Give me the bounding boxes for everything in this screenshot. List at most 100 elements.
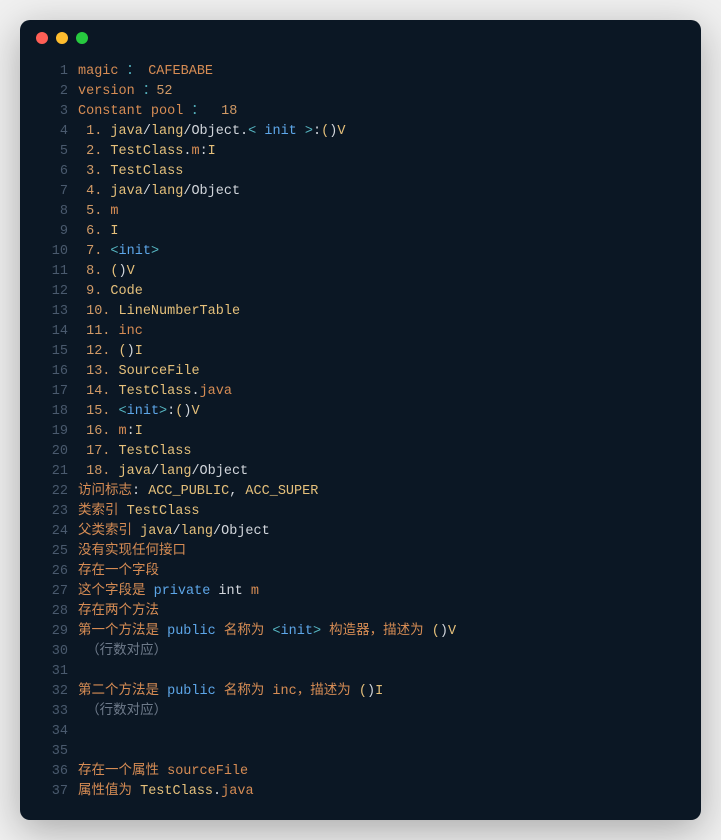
line-content: 11. inc [78, 322, 143, 342]
token: TestClass [110, 144, 183, 159]
token: > [313, 624, 321, 639]
token: ( [110, 264, 118, 279]
line-content: 存在两个方法 [78, 602, 159, 622]
code-line: 19 16. m:I [38, 422, 683, 442]
line-number: 29 [38, 622, 68, 642]
token: lang [151, 124, 183, 139]
line-number: 32 [38, 682, 68, 702]
token: /Object [183, 184, 240, 199]
token: / [151, 464, 159, 479]
token: m [119, 424, 127, 439]
token: init [256, 124, 305, 139]
code-line: 33 （行数对应） [38, 702, 683, 722]
token: 11. [86, 324, 110, 339]
token: 18. [86, 464, 110, 479]
line-content: 16. m:I [78, 422, 143, 442]
code-line: 31 [38, 662, 683, 682]
line-content: 9. Code [78, 282, 143, 302]
token: Code [110, 284, 142, 299]
token: , [229, 484, 245, 499]
token: java [110, 184, 142, 199]
token: 16. [86, 424, 110, 439]
code-line: 36存在一个属性 sourceFile [38, 762, 683, 782]
code-area: 1magic ： CAFEBABE2version ：523Constant p… [20, 56, 701, 820]
token: lang [181, 524, 213, 539]
token [110, 304, 118, 319]
code-line: 22访问标志: ACC_PUBLIC, ACC_SUPER [38, 482, 683, 502]
token: / [143, 124, 151, 139]
token: > [151, 244, 159, 259]
code-line: 12 9. Code [38, 282, 683, 302]
line-number: 24 [38, 522, 68, 542]
line-content: 类索引 TestClass [78, 502, 200, 522]
token: 17. [86, 444, 110, 459]
code-line: 5 2. TestClass.m:I [38, 142, 683, 162]
line-number: 5 [38, 142, 68, 162]
token: m [191, 144, 199, 159]
minimize-icon[interactable] [56, 32, 68, 44]
code-line: 34 [38, 722, 683, 742]
token: java [119, 464, 151, 479]
line-number: 17 [38, 382, 68, 402]
token [110, 324, 118, 339]
token [110, 344, 118, 359]
token: TestClass [110, 164, 183, 179]
token: : [132, 484, 148, 499]
code-line: 11 8. ()V [38, 262, 683, 282]
code-line: 17 14. TestClass.java [38, 382, 683, 402]
token [78, 304, 86, 319]
code-line: 10 7. <init> [38, 242, 683, 262]
line-content: 第一个方法是 public 名称为 <init> 构造器，描述为 ()V [78, 622, 456, 642]
code-line: 16 13. SourceFile [38, 362, 683, 382]
line-content: 15. <init>:()V [78, 402, 200, 422]
token [110, 364, 118, 379]
token [110, 404, 118, 419]
line-content: 8. ()V [78, 262, 135, 282]
token: I [208, 144, 216, 159]
token: / [143, 184, 151, 199]
line-content: （行数对应） [78, 642, 167, 662]
close-icon[interactable] [36, 32, 48, 44]
terminal-window: 1magic ： CAFEBABE2version ：523Constant p… [20, 20, 701, 820]
token: SourceFile [119, 364, 200, 379]
token: 第二个方法是 [78, 684, 167, 699]
line-number: 13 [38, 302, 68, 322]
token [78, 644, 86, 659]
token: lang [151, 184, 183, 199]
code-line: 30 （行数对应） [38, 642, 683, 662]
token [110, 444, 118, 459]
token: java [200, 384, 232, 399]
token: /Object. [183, 124, 248, 139]
line-content: 存在一个属性 sourceFile [78, 762, 248, 782]
token: < [272, 624, 280, 639]
line-content: 父类索引 java/lang/Object [78, 522, 270, 542]
token: 7. [86, 244, 102, 259]
token [78, 364, 86, 379]
token: public [167, 624, 216, 639]
token: I [375, 684, 383, 699]
token: I [135, 344, 143, 359]
token [78, 244, 86, 259]
line-content: magic ： CAFEBABE [78, 62, 213, 82]
token: 9. [86, 284, 102, 299]
maximize-icon[interactable] [76, 32, 88, 44]
code-line: 20 17. TestClass [38, 442, 683, 462]
code-line: 2version ：52 [38, 82, 683, 102]
token: private [154, 584, 211, 599]
token: 父类索引 [78, 524, 140, 539]
line-number: 7 [38, 182, 68, 202]
line-content: 1. java/lang/Object.< init >:()V [78, 122, 345, 142]
code-line: 9 6. I [38, 222, 683, 242]
token: : [313, 124, 321, 139]
token: . [213, 784, 221, 799]
code-line: 27这个字段是 private int m [38, 582, 683, 602]
code-line: 26存在一个字段 [38, 562, 683, 582]
line-number: 28 [38, 602, 68, 622]
token: init [127, 404, 159, 419]
token [205, 104, 221, 119]
token: sourceFile [167, 764, 248, 779]
token [78, 464, 86, 479]
token: 6. [86, 224, 102, 239]
token: 这个字段是 [78, 584, 154, 599]
code-line: 32第二个方法是 public 名称为 inc，描述为 ()I [38, 682, 683, 702]
